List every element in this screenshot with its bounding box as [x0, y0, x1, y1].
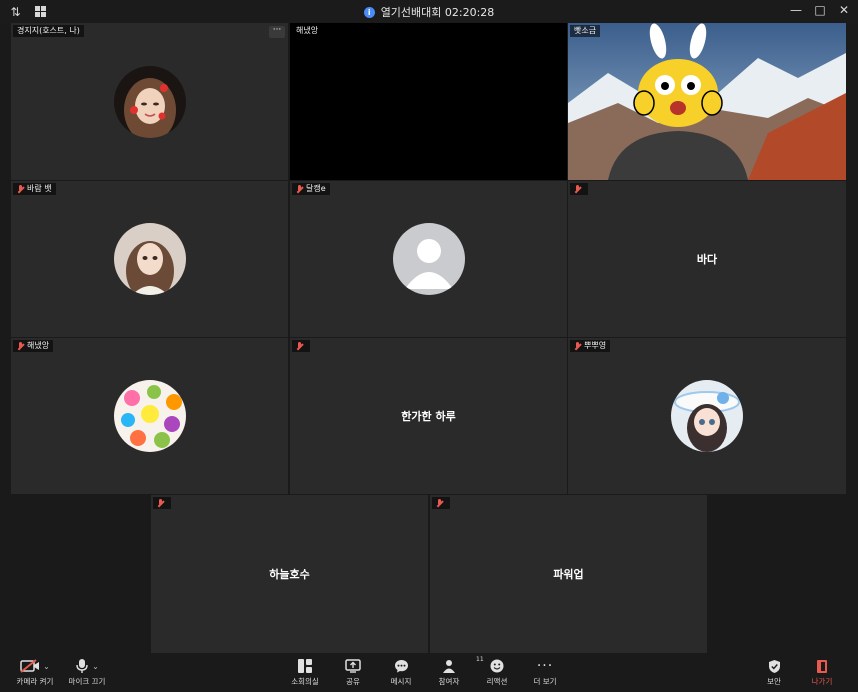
video-tile[interactable]: 바람 뱃	[11, 181, 288, 337]
microphone-icon	[76, 659, 88, 673]
participant-name-label: 달캥e	[292, 183, 330, 195]
more-options-button[interactable]: ···	[269, 26, 285, 38]
window-title: 열기선배대회 02:20:28	[380, 6, 495, 19]
avatar	[113, 223, 186, 295]
mic-muted-icon	[574, 341, 581, 351]
chevron-down-icon[interactable]: ⌄	[92, 662, 99, 671]
mic-muted-icon	[17, 341, 24, 351]
maximize-icon[interactable]: □	[814, 3, 826, 17]
video-grid: 경지지(호스트, 나) ··· 해냈앙 빳소금 바람 뱃 달캥e 바다 해냈앙 …	[0, 23, 858, 653]
mic-muted-icon	[157, 498, 164, 508]
more-button[interactable]: ··· 더 보기	[516, 656, 574, 690]
video-tile[interactable]: 파워업	[430, 495, 707, 653]
video-tile[interactable]: 뿌뿌영	[568, 338, 846, 494]
participant-name-label: 해냈앙	[292, 25, 323, 37]
title-bar: ⇅ i 열기선배대회 02:20:28 — □ ✕	[0, 0, 858, 23]
participant-name-label: 뿌뿌영	[570, 340, 611, 352]
exit-door-icon	[817, 659, 827, 673]
avatar	[113, 65, 186, 138]
camera-off-icon	[20, 659, 40, 673]
default-avatar-icon	[392, 223, 465, 295]
video-tile[interactable]: 한가한 하루	[290, 338, 567, 494]
smiley-icon	[490, 659, 504, 673]
mic-muted-icon	[296, 184, 303, 194]
shield-icon	[768, 659, 780, 673]
participant-display-name: 하늘호수	[269, 568, 310, 581]
participant-name-label: 바람 뱃	[13, 183, 56, 195]
video-tile[interactable]: 바다	[568, 181, 846, 337]
mic-button[interactable]: ⌄ 마이크 끄기	[58, 656, 116, 690]
video-tile[interactable]: 빳소금	[568, 23, 846, 180]
more-dots-icon: ···	[536, 658, 554, 674]
share-screen-icon	[345, 659, 361, 673]
mic-muted-icon	[17, 184, 24, 194]
meeting-toolbar: ⌄ 카메라 켜기 ⌄ 마이크 끄기 소회의실 공유 메시지 11 참여자 리액션…	[0, 653, 858, 692]
participant-name-label: 빳소금	[570, 25, 601, 37]
chat-bubble-icon	[394, 660, 408, 673]
minimize-icon[interactable]: —	[790, 3, 802, 17]
video-tile[interactable]: 해냈앙	[11, 338, 288, 494]
participant-name-label	[570, 183, 588, 195]
participant-name-label	[432, 497, 450, 509]
camera-button[interactable]: ⌄ 카메라 켜기	[6, 656, 64, 690]
participant-name-label: 해냈앙	[13, 340, 54, 352]
participant-name-label	[153, 497, 171, 509]
participants-icon	[443, 660, 455, 673]
video-tile[interactable]: 해냈앙	[290, 23, 567, 180]
video-tile[interactable]: 경지지(호스트, 나) ···	[11, 23, 288, 180]
participant-name-label: 경지지(호스트, 나)	[13, 25, 84, 37]
mic-muted-icon	[436, 498, 443, 508]
chevron-down-icon[interactable]: ⌄	[43, 662, 50, 671]
video-tile[interactable]: 달캥e	[290, 181, 567, 337]
avatar	[113, 380, 186, 452]
avatar	[671, 380, 743, 452]
video-tile[interactable]: 하늘호수	[151, 495, 428, 653]
breakout-rooms-icon	[298, 659, 312, 673]
info-icon[interactable]: i	[363, 6, 375, 18]
close-icon[interactable]: ✕	[838, 3, 850, 17]
participant-display-name: 바다	[696, 253, 718, 266]
camera-video-feed	[568, 23, 846, 180]
mic-muted-icon	[574, 184, 581, 194]
leave-button[interactable]: 나가기	[793, 656, 851, 690]
participant-name-label	[292, 340, 310, 352]
mic-muted-icon	[296, 341, 303, 351]
participant-display-name: 한가한 하루	[401, 410, 456, 423]
participant-display-name: 파워업	[553, 568, 584, 581]
